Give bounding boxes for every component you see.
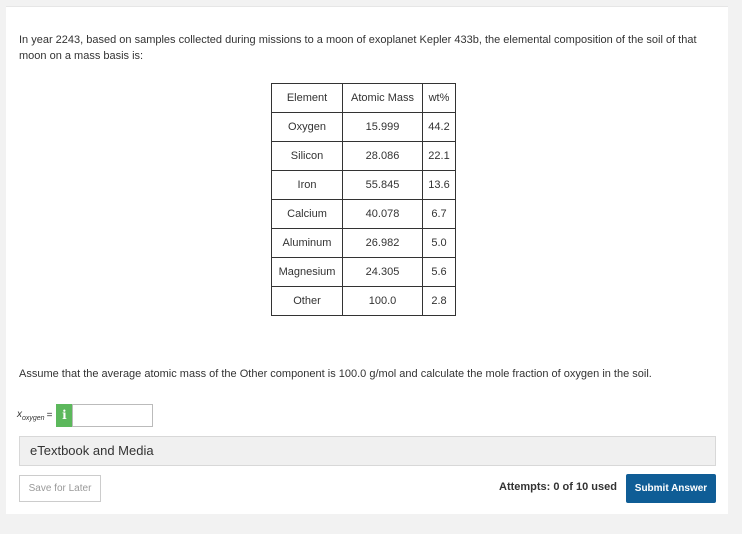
answer-input[interactable]: [72, 403, 154, 427]
table-row: Aluminum 26.982 5.0: [271, 228, 456, 258]
cell-wt-percent: 22.1: [422, 141, 456, 171]
etextbook-media-panel[interactable]: eTextbook and Media: [19, 436, 716, 466]
submit-answer-button[interactable]: Submit Answer: [626, 474, 716, 503]
cell-atomic-mass: 55.845: [342, 170, 423, 200]
cell-element: Calcium: [271, 199, 343, 229]
problem-statement: In year 2243, based on samples collected…: [19, 34, 697, 62]
cell-wt-percent: 6.7: [422, 199, 456, 229]
cell-wt-percent: 13.6: [422, 170, 456, 200]
header-element: Element: [271, 83, 343, 113]
cell-wt-percent: 5.6: [422, 257, 456, 287]
table-row: Iron 55.845 13.6: [271, 170, 456, 200]
cell-element: Iron: [271, 170, 343, 200]
table-row: Other 100.0 2.8: [271, 286, 456, 316]
cell-element: Silicon: [271, 141, 343, 171]
table-row: Calcium 40.078 6.7: [271, 199, 456, 229]
table-row: Oxygen 15.999 44.2: [271, 112, 456, 142]
attempts-counter: Attempts: 0 of 10 used: [499, 481, 617, 493]
cell-element: Oxygen: [271, 112, 343, 142]
variable-label: xoxygen: [17, 409, 45, 422]
cell-element: Aluminum: [271, 228, 343, 258]
cell-atomic-mass: 26.982: [342, 228, 423, 258]
cell-wt-percent: 5.0: [422, 228, 456, 258]
table-header-row: Element Atomic Mass wt%: [271, 83, 456, 113]
cell-atomic-mass: 40.078: [342, 199, 423, 229]
cell-atomic-mass: 100.0: [342, 286, 423, 316]
table-row: Silicon 28.086 22.1: [271, 141, 456, 171]
variable-subscript: oxygen: [22, 414, 45, 422]
header-wt-percent: wt%: [422, 83, 456, 113]
cell-wt-percent: 44.2: [422, 112, 456, 142]
header-atomic-mass: Atomic Mass: [342, 83, 423, 113]
info-icon[interactable]: i: [56, 403, 73, 427]
question-card: In year 2243, based on samples collected…: [6, 6, 728, 514]
table-row: Magnesium 24.305 5.6: [271, 257, 456, 287]
composition-table: Element Atomic Mass wt% Oxygen 15.999 44…: [271, 83, 456, 316]
cell-wt-percent: 2.8: [422, 286, 456, 316]
cell-atomic-mass: 24.305: [342, 257, 423, 287]
equals-sign: =: [46, 409, 53, 421]
cell-atomic-mass: 28.086: [342, 141, 423, 171]
cell-atomic-mass: 15.999: [342, 112, 423, 142]
cell-element: Magnesium: [271, 257, 343, 287]
cell-element: Other: [271, 286, 343, 316]
assumption-text: Assume that the average atomic mass of t…: [19, 368, 652, 380]
save-for-later-button[interactable]: Save for Later: [19, 475, 101, 502]
answer-row: xoxygen = i: [17, 403, 154, 427]
